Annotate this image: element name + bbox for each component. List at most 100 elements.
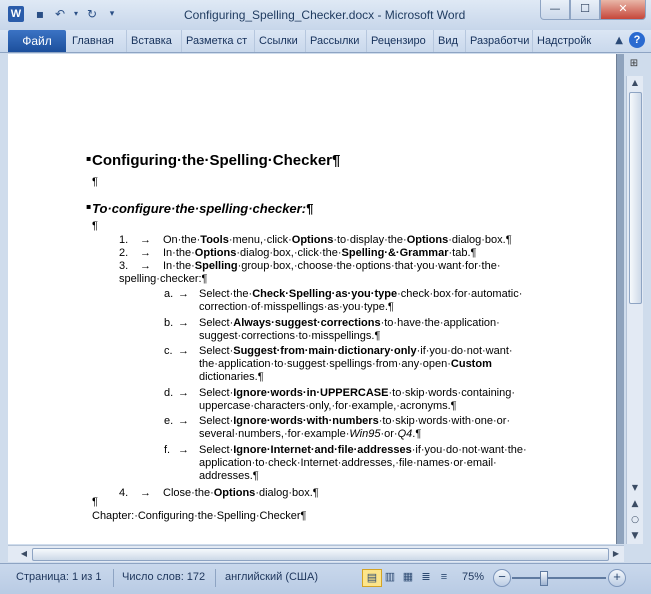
- horizontal-scroll-thumb[interactable]: [32, 548, 609, 561]
- status-separator: [113, 569, 114, 587]
- text-run: In·the·: [163, 260, 195, 272]
- scroll-right-icon[interactable]: ▶: [608, 546, 624, 562]
- zoom-out-button[interactable]: −: [493, 569, 511, 587]
- tab-home[interactable]: Главная: [68, 30, 127, 52]
- list-item-continuation: spelling·checker:¶: [119, 273, 207, 286]
- text-run: On·the·: [163, 234, 201, 246]
- word-app-icon[interactable]: W: [8, 6, 24, 22]
- scroll-down-icon[interactable]: ▼: [627, 481, 643, 495]
- language-indicator[interactable]: английский (США): [225, 571, 318, 583]
- tab-review[interactable]: Рецензиро: [367, 30, 434, 52]
- tab-developer[interactable]: Разработчи: [466, 30, 533, 52]
- tab-arrow: →: [178, 288, 189, 300]
- substep-letter: e.: [164, 415, 174, 428]
- text-run: Select·: [199, 345, 234, 358]
- undo-dropdown-icon[interactable]: ▾: [72, 6, 80, 22]
- ruler-toggle-icon[interactable]: ⊞: [626, 58, 642, 72]
- previous-page-icon[interactable]: ▲: [627, 497, 643, 511]
- text-run: dictionaries.¶: [199, 371, 264, 384]
- text-run: several·numbers,·for·example·: [199, 428, 350, 441]
- tab-arrow: →: [178, 415, 189, 428]
- text-run: application·to·check·Internet·addresses,…: [199, 457, 497, 469]
- next-page-icon[interactable]: ▼: [627, 529, 643, 543]
- text-run: ·dialog·box,·click·the·: [236, 247, 342, 259]
- tab-page-layout[interactable]: Разметка ст: [182, 30, 255, 52]
- scroll-up-icon[interactable]: ▲: [627, 76, 643, 90]
- text-run: ·to·skip·words·containing·: [388, 386, 516, 399]
- text-run: ·to·have·the·application·: [380, 316, 500, 329]
- tab-addins[interactable]: Надстройк: [533, 30, 601, 52]
- zoom-in-button[interactable]: +: [608, 569, 626, 587]
- text-run: Spelling: [194, 260, 238, 272]
- ribbon-tabs: Главная Вставка Разметка ст Ссылки Рассы…: [68, 30, 601, 52]
- text-run: ·dialog·box.¶: [448, 234, 512, 246]
- draft-view-icon[interactable]: ≡: [435, 569, 453, 585]
- substep-continuation: uppercase·characters·only,·for·example,·…: [199, 400, 457, 413]
- zoom-level[interactable]: 75%: [462, 571, 484, 583]
- tab-arrow: →: [178, 386, 189, 399]
- text-run: Select·: [199, 386, 234, 399]
- document-page[interactable]: ▪ Configuring·the·Spelling·Checker¶ ¶ ▪ …: [8, 54, 617, 544]
- substep-continuation: suggest·corrections·to·misspellings.¶: [199, 330, 380, 343]
- help-icon[interactable]: ?: [629, 32, 645, 48]
- text-run: ·menu,·click·: [228, 234, 292, 246]
- tab-arrow: →: [140, 234, 151, 246]
- substep-continuation: the·application·to·suggest·spellings·fro…: [199, 358, 492, 371]
- word-count[interactable]: Число слов: 172: [122, 571, 205, 583]
- step-number: 2.: [119, 247, 129, 259]
- horizontal-scrollbar[interactable]: ◀ ▶: [8, 545, 624, 562]
- text-run: Suggest·from·main·dictionary·only: [233, 345, 417, 358]
- empty-paragraph: ¶: [92, 220, 98, 232]
- page-counter[interactable]: Страница: 1 из 1: [16, 571, 102, 583]
- word-window: W ▪ ↶ ▾ ↻ ▾ Configuring_Spelling_Checker…: [0, 0, 651, 594]
- tab-arrow: →: [178, 345, 189, 358]
- maximize-button[interactable]: ☐: [570, 0, 600, 20]
- ribbon-minimize-icon[interactable]: ▲: [615, 35, 623, 46]
- scroll-left-icon[interactable]: ◀: [16, 546, 32, 562]
- substep-item: Select·the·Check·Spelling·as·you·type·ch…: [199, 288, 522, 301]
- ribbon-tab-bar: Файл Главная Вставка Разметка ст Ссылки …: [0, 30, 651, 53]
- title-bar: W ▪ ↶ ▾ ↻ ▾ Configuring_Spelling_Checker…: [0, 0, 651, 30]
- substep-item: Select·Ignore·words·with·numbers·to·skip…: [199, 415, 510, 428]
- vertical-scroll-thumb[interactable]: [629, 92, 642, 304]
- tab-arrow: →: [140, 486, 151, 499]
- tab-insert[interactable]: Вставка: [127, 30, 182, 52]
- zoom-slider-track[interactable]: [512, 577, 606, 579]
- text-run: Win95: [349, 428, 381, 441]
- minimize-button[interactable]: —: [540, 0, 570, 20]
- text-run: Close·the·: [163, 486, 214, 499]
- tab-file[interactable]: Файл: [8, 30, 66, 52]
- ribbon-right-controls: ▲ ?: [615, 32, 645, 48]
- tab-view[interactable]: Вид: [434, 30, 466, 52]
- substep-item: Select·Suggest·from·main·dictionary·only…: [199, 345, 513, 358]
- zoom-slider-thumb[interactable]: [540, 571, 548, 586]
- text-run: Q4: [397, 428, 413, 441]
- paragraph-marker: ▪: [86, 154, 92, 163]
- text-run: ·or·: [380, 428, 398, 441]
- substep-continuation: application·to·check·Internet·addresses,…: [199, 457, 497, 470]
- select-browse-object-icon[interactable]: ○: [627, 513, 643, 527]
- outline-view-icon[interactable]: ≣: [417, 569, 435, 585]
- full-screen-reading-icon[interactable]: ▥: [381, 569, 399, 585]
- vertical-scrollbar[interactable]: ▲ ▼ ▲ ○ ▼: [626, 76, 643, 544]
- text-run: ·if·you·do·not·want·the·: [411, 444, 527, 456]
- document-area: ▪ Configuring·the·Spelling·Checker¶ ¶ ▪ …: [8, 54, 624, 544]
- print-layout-icon[interactable]: ▤: [362, 569, 382, 587]
- web-layout-icon[interactable]: ▦: [399, 569, 417, 585]
- save-icon[interactable]: ▪: [32, 6, 48, 22]
- undo-icon[interactable]: ↶: [52, 6, 68, 22]
- redo-icon[interactable]: ↻: [84, 6, 100, 22]
- text-run: correction·of·misspellings·as·you·type.¶: [199, 301, 394, 313]
- substep-item: Select·Always·suggest·corrections·to·hav…: [199, 317, 500, 330]
- close-button[interactable]: ✕: [600, 0, 646, 20]
- text-run: .¶: [412, 428, 422, 441]
- text-run: Options: [213, 486, 256, 499]
- text-run: Ignore·words·with·numbers: [233, 415, 379, 428]
- text-run: Spelling·&·Grammar: [341, 247, 449, 259]
- customize-qat-icon[interactable]: ▾: [104, 6, 120, 22]
- step-number: 1.: [119, 234, 129, 246]
- tab-references[interactable]: Ссылки: [255, 30, 306, 52]
- tab-mailings[interactable]: Рассылки: [306, 30, 367, 52]
- text-run: ·to·display·the·: [333, 234, 407, 246]
- tab-arrow: →: [178, 444, 189, 456]
